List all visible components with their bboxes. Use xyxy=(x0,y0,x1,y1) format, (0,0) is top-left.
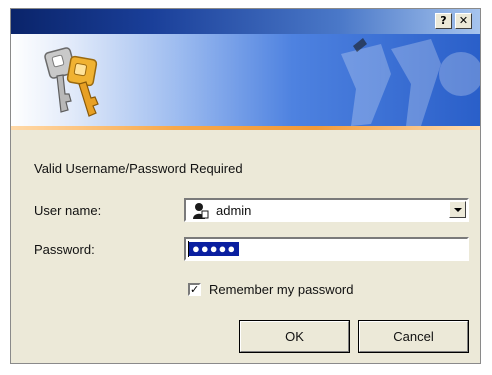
user-icon xyxy=(193,203,209,219)
cancel-button[interactable]: Cancel xyxy=(358,320,469,353)
remember-checkbox[interactable]: ✓ xyxy=(188,283,201,296)
password-value: ●●●●● xyxy=(189,242,240,256)
header-banner xyxy=(11,34,480,126)
title-bar[interactable]: ? ✕ xyxy=(11,9,480,34)
ok-button-label: OK xyxy=(285,329,304,344)
text-caret xyxy=(188,241,189,257)
chevron-down-icon[interactable] xyxy=(449,201,466,218)
ok-button[interactable]: OK xyxy=(239,320,350,353)
username-value: admin xyxy=(216,203,252,218)
username-label: User name: xyxy=(34,203,102,218)
username-combobox[interactable]: admin xyxy=(184,198,469,222)
password-label: Password: xyxy=(34,242,95,257)
close-button[interactable]: ✕ xyxy=(455,13,472,29)
dialog-body: Valid Username/Password Required User na… xyxy=(11,130,480,363)
remember-label[interactable]: Remember my password xyxy=(209,282,354,297)
prompt-heading: Valid Username/Password Required xyxy=(34,161,243,176)
help-button[interactable]: ? xyxy=(435,13,452,29)
password-field[interactable]: ●●●●● xyxy=(184,237,469,261)
cancel-button-label: Cancel xyxy=(393,329,434,344)
login-dialog: ? ✕ Valid Username/Password Required Use… xyxy=(10,8,481,364)
keys-icon xyxy=(44,47,99,117)
